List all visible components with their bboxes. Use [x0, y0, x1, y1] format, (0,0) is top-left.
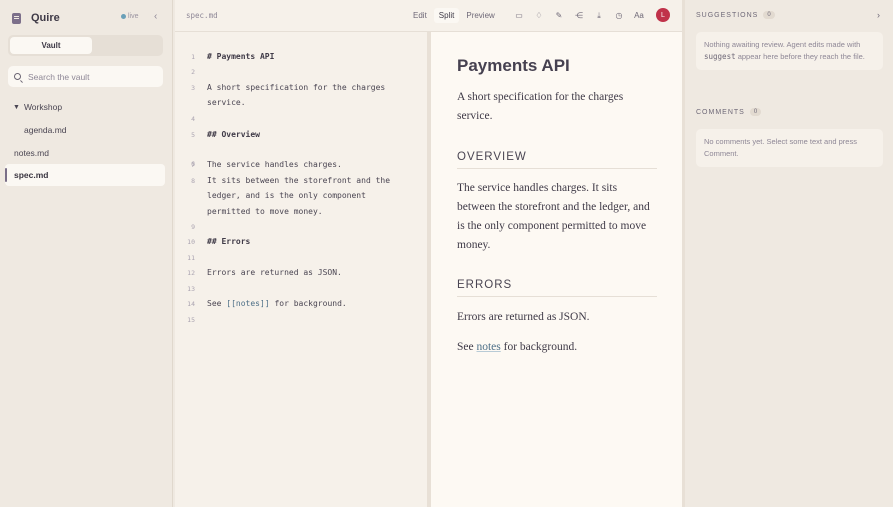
file-spec[interactable]: spec.md	[14, 170, 49, 180]
pencil-icon[interactable]: ✎	[552, 9, 566, 23]
preview-heading-overview: OVERVIEW	[457, 151, 657, 169]
line-number: 14	[187, 300, 195, 308]
line-number: 12	[187, 269, 195, 277]
search-icon	[14, 73, 21, 80]
suggestions-header: SUGGESTIONS 0	[696, 11, 775, 19]
editor-toolbar: spec.md Edit Split Preview ▭ ♢ ✎ ⋲ ⤓ ◷ A…	[175, 0, 682, 32]
line-number: 8	[191, 177, 195, 185]
search-input[interactable]	[28, 71, 153, 82]
folder-label: Workshop	[23, 102, 63, 112]
preview-pane: Payments API A short specification for t…	[431, 32, 682, 507]
comments-empty-card: No comments yet. Select some text and pr…	[696, 129, 883, 167]
line-number: 11	[187, 254, 195, 262]
file-agenda[interactable]: agenda.md	[24, 125, 67, 135]
wikilink-after: for background.	[269, 299, 347, 308]
editor-pane: spec.md Edit Split Preview ▭ ♢ ✎ ⋲ ⤓ ◷ A…	[175, 0, 682, 507]
sidebar: Quire live ‹ Vault ▼ Workshop agenda.md …	[0, 0, 173, 507]
app-window: Quire live ‹ Vault ▼ Workshop agenda.md …	[0, 0, 893, 507]
line-number: 3	[191, 84, 195, 92]
preview-see-paragraph: See notes for background.	[457, 338, 657, 357]
view-mode-switch: Edit Split Preview	[408, 8, 502, 23]
caret-down-icon: ▼	[13, 103, 20, 111]
app-name: Quire	[31, 12, 60, 24]
comments-count: 0	[749, 108, 762, 116]
suggestions-text-1: Nothing awaiting review. Agent edits mad…	[704, 40, 861, 49]
comments-header: COMMENTS 0	[696, 108, 762, 116]
line-text: The service handles charges.	[207, 160, 342, 169]
preview-overview-text: The service handles charges. It sits bet…	[457, 182, 650, 251]
book-icon	[12, 12, 21, 24]
file-notes[interactable]: notes.md	[14, 148, 49, 158]
share-icon[interactable]: ⋲	[572, 9, 586, 23]
live-dot-icon	[121, 14, 126, 19]
mode-edit[interactable]: Edit	[408, 8, 432, 23]
line-text: service.	[207, 98, 246, 107]
chevron-right-icon[interactable]: ›	[877, 10, 880, 20]
mode-split[interactable]: Split	[433, 8, 460, 23]
current-filename: spec.md	[186, 11, 218, 20]
line-number: 9	[191, 223, 195, 231]
wikilink-before: See	[207, 299, 227, 308]
suggestions-title: SUGGESTIONS	[696, 11, 759, 19]
live-label: live	[128, 13, 139, 20]
line-text: ## Errors	[207, 237, 251, 246]
line-number: 4	[191, 115, 195, 123]
tab-vault[interactable]: Vault	[10, 37, 92, 54]
bell-icon[interactable]: ♢	[532, 9, 546, 23]
mode-preview[interactable]: Preview	[461, 8, 499, 23]
user-avatar[interactable]: L	[656, 8, 670, 22]
font-icon[interactable]: Aа	[632, 9, 646, 23]
line-number: 1	[191, 53, 195, 61]
toolbar-icons: ▭ ♢ ✎ ⋲ ⤓ ◷ Aа	[509, 8, 649, 23]
live-status: live	[121, 13, 139, 20]
suggestions-count: 0	[763, 11, 775, 19]
line-number: 5	[191, 131, 195, 139]
preview-intro: A short specification for the charges se…	[457, 91, 624, 122]
notes-link[interactable]: notes	[476, 341, 500, 353]
wikilink-open: [[	[226, 299, 236, 308]
see-after: for background.	[500, 341, 578, 353]
history-icon[interactable]: ◷	[612, 9, 626, 23]
line-number: 15	[187, 316, 195, 324]
download-icon[interactable]: ⤓	[592, 9, 606, 23]
preview-title: Payments API	[457, 56, 570, 75]
line-text: Errors are returned as JSON.	[207, 268, 342, 277]
line-number: 10	[187, 238, 195, 246]
line-number: 7	[191, 161, 195, 169]
review-panel: SUGGESTIONS 0 › Nothing awaiting review.…	[685, 0, 893, 507]
line-text-with-link: See [[notes]] for background.	[207, 299, 347, 308]
line-text: ## Overview	[207, 130, 260, 139]
preview-heading-errors: ERRORS	[457, 279, 657, 297]
comments-title: COMMENTS	[696, 108, 745, 116]
line-text: ledger, and is the only component	[207, 191, 366, 200]
line-text: It sits between the storefront and the	[207, 176, 391, 185]
suggest-code: suggest	[704, 52, 736, 61]
line-text: # Payments API	[207, 52, 275, 61]
suggestions-empty-card: Nothing awaiting review. Agent edits mad…	[696, 32, 883, 70]
see-before: See	[457, 341, 477, 353]
line-text: permitted to move money.	[207, 207, 323, 216]
collapse-sidebar-icon[interactable]: ‹	[154, 11, 157, 22]
sidebar-tabs: Vault	[8, 35, 163, 56]
search-box[interactable]	[8, 66, 163, 87]
wikilink-close: ]]	[260, 299, 270, 308]
line-text: A short specification for the charges	[207, 83, 386, 92]
preview-errors-text: Errors are returned as JSON.	[457, 311, 590, 323]
suggestions-text-2: appear here before they reach the file.	[735, 52, 865, 61]
active-file-indicator	[5, 168, 7, 182]
comment-icon[interactable]: ▭	[512, 9, 526, 23]
line-number: 13	[187, 285, 195, 293]
line-number: 2	[191, 68, 195, 76]
brand: Quire	[12, 10, 60, 26]
wikilink-link[interactable]: notes	[236, 299, 260, 308]
folder-workshop[interactable]: ▼ Workshop	[13, 102, 62, 112]
